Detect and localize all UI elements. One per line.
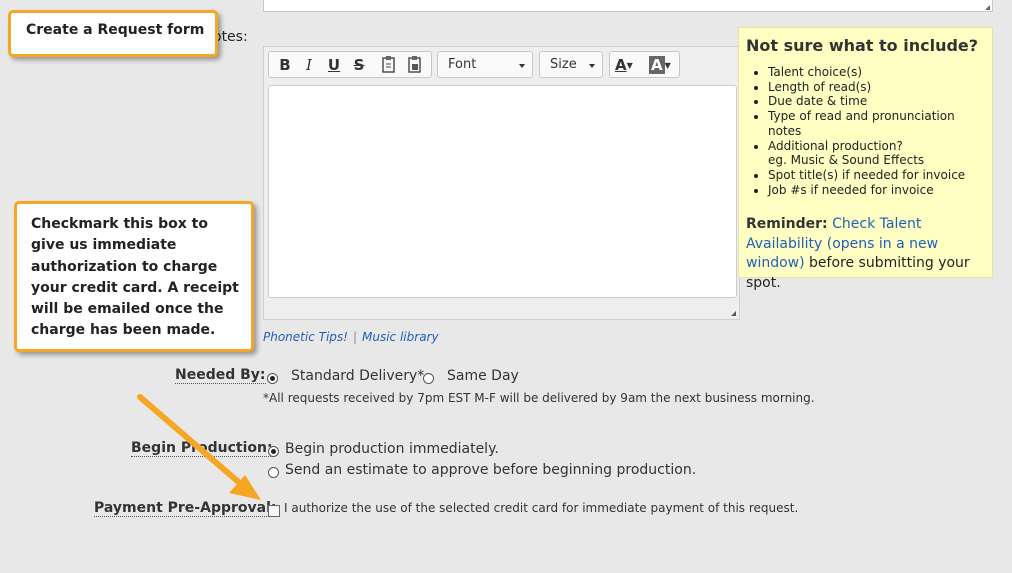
list-item-text: Additional production? xyxy=(768,138,903,153)
notes-editor: B I U S Font Size A▼ A ▼ xyxy=(263,46,740,320)
background-color-button[interactable]: A ▼ xyxy=(649,55,677,75)
list-item: Talent choice(s) xyxy=(768,65,985,80)
list-item: Length of read(s) xyxy=(768,80,985,95)
tips-title: Not sure what to include? xyxy=(746,36,979,55)
paste-from-word-icon[interactable] xyxy=(405,55,425,75)
send-estimate-label[interactable]: Send an estimate to approve before begin… xyxy=(285,462,696,478)
font-dropdown-label: Font xyxy=(448,57,477,72)
chevron-down-icon: ▼ xyxy=(626,61,633,70)
radio-unselected-icon xyxy=(423,373,434,384)
same-day-label[interactable]: Same Day xyxy=(447,368,519,384)
font-dropdown[interactable]: Font xyxy=(437,51,533,78)
color-button-group: A▼ A ▼ xyxy=(609,51,680,78)
list-item: Additional production?eg. Music & Sound … xyxy=(768,139,985,168)
same-day-radio[interactable] xyxy=(423,369,434,388)
reminder: Reminder: Check Talent Availability (ope… xyxy=(746,215,985,293)
chevron-down-icon: ▼ xyxy=(664,61,671,70)
standard-delivery-label[interactable]: Standard Delivery* xyxy=(291,368,424,384)
list-item: Job #s if needed for invoice xyxy=(768,183,985,198)
underline-button[interactable]: U xyxy=(324,55,344,75)
chevron-down-icon xyxy=(519,64,525,68)
list-item: Spot title(s) if needed for invoice xyxy=(768,168,985,183)
list-item: Due date & time xyxy=(768,94,985,109)
resize-grip-icon[interactable] xyxy=(731,311,736,316)
paste-icon[interactable] xyxy=(379,55,399,75)
link-separator: | xyxy=(352,330,358,344)
needed-by-label: Needed By: xyxy=(175,367,266,384)
annotation-callout-title: Create a Request form xyxy=(8,10,218,57)
radio-selected-icon xyxy=(267,373,278,384)
tips-panel: Not sure what to include? Talent choice(… xyxy=(738,27,993,291)
begin-immediately-label[interactable]: Begin production immediately. xyxy=(285,441,499,457)
text-color-button[interactable]: A▼ xyxy=(615,55,643,75)
tips-list: Talent choice(s) Length of read(s) Due d… xyxy=(746,65,985,197)
editor-toolbar: B I U S Font Size A▼ A ▼ xyxy=(268,51,734,79)
chevron-down-icon xyxy=(589,64,595,68)
notes-text-area[interactable] xyxy=(268,85,737,298)
italic-button[interactable]: I xyxy=(299,55,319,75)
list-item-subtext: eg. Music & Sound Effects xyxy=(768,153,925,168)
strikethrough-button[interactable]: S xyxy=(349,55,369,75)
music-library-link[interactable]: Music library xyxy=(362,330,439,344)
background-color-glyph: A xyxy=(649,56,665,74)
resize-grip-icon[interactable] xyxy=(985,5,990,10)
size-dropdown-label: Size xyxy=(550,57,577,72)
annotation-arrow-icon xyxy=(137,394,261,500)
help-links: Phonetic Tips! | Music library xyxy=(263,330,439,344)
list-item: Type of read and pronunciation notes xyxy=(768,109,985,138)
size-dropdown[interactable]: Size xyxy=(539,51,603,78)
delivery-note: *All requests received by 7pm EST M-F wi… xyxy=(263,391,815,405)
notes-label: otes: xyxy=(213,29,248,45)
annotation-callout-checkbox: Checkmark this box to give us immediate … xyxy=(14,201,254,352)
bold-button[interactable]: B xyxy=(275,55,295,75)
format-button-group: B I U S xyxy=(268,51,432,78)
reminder-label: Reminder: xyxy=(746,216,828,233)
previous-textarea[interactable] xyxy=(263,0,993,12)
phonetic-tips-link[interactable]: Phonetic Tips! xyxy=(263,330,348,344)
text-color-glyph: A xyxy=(615,56,627,74)
payment-authorize-text[interactable]: I authorize the use of the selected cred… xyxy=(284,501,798,515)
